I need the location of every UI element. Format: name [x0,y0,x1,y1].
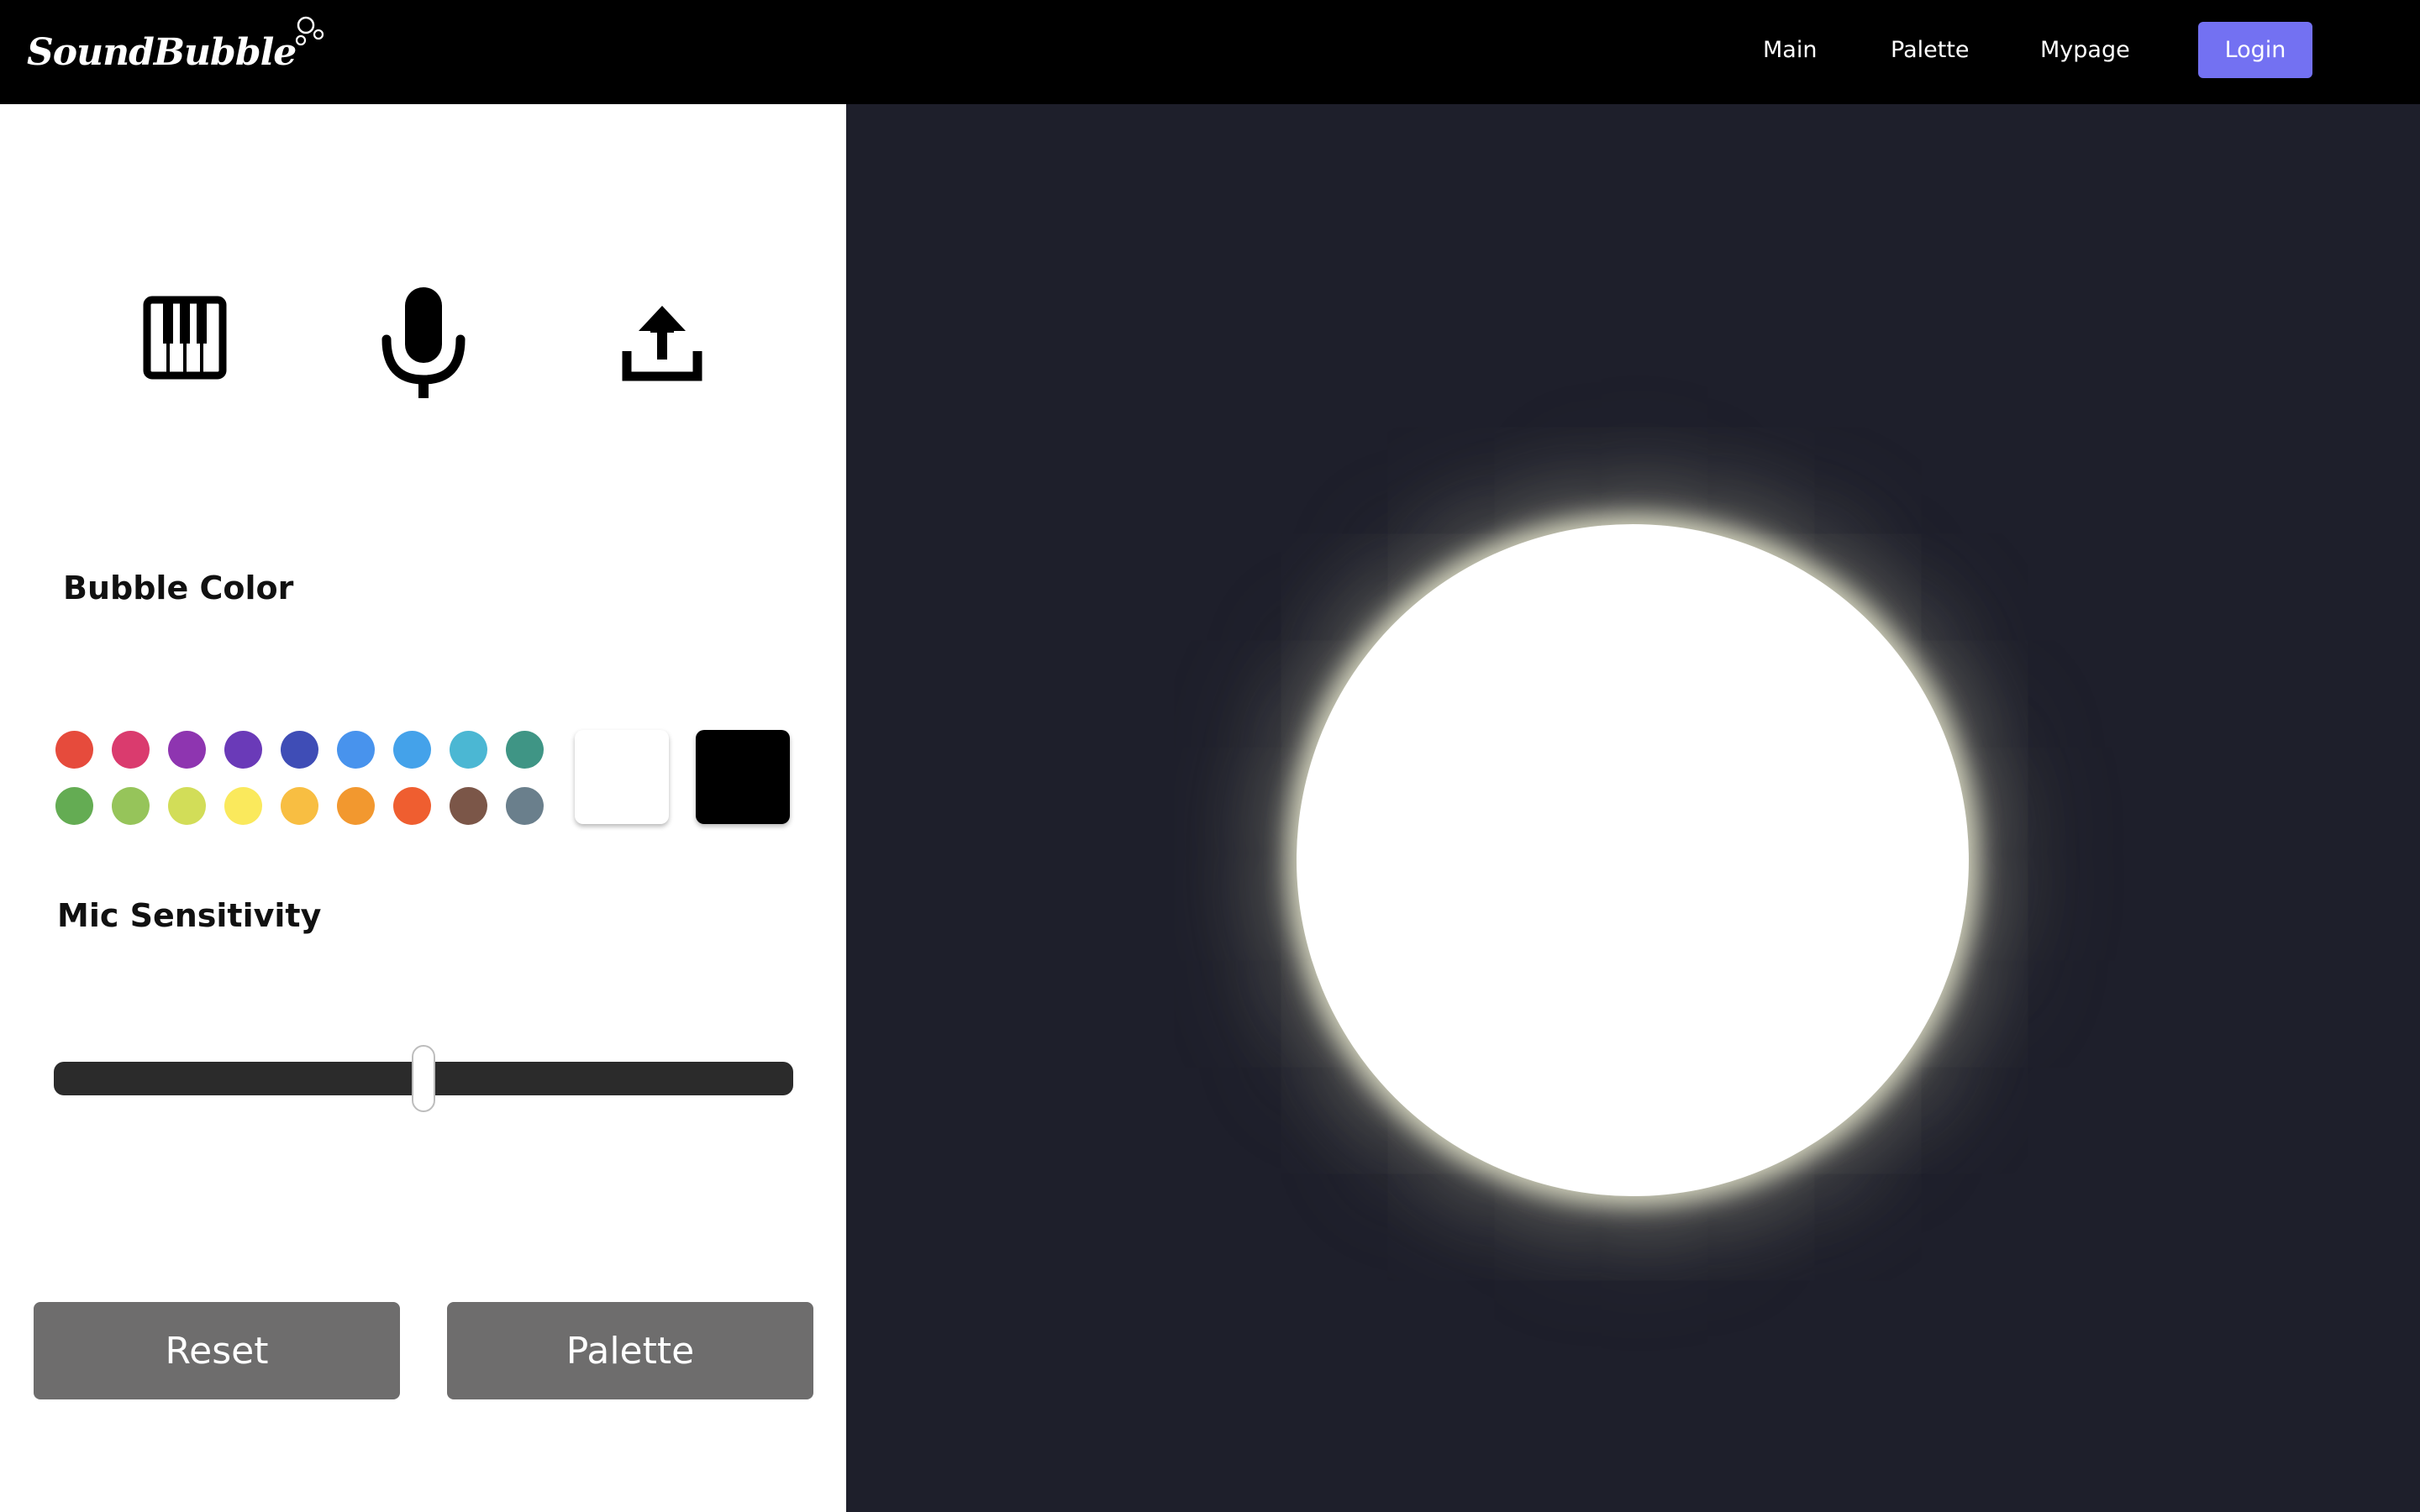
color-swatch[interactable] [55,731,93,769]
slider-thumb[interactable] [412,1045,435,1112]
color-swatch[interactable] [168,731,206,769]
color-swatch[interactable] [393,731,431,769]
color-swatch[interactable] [393,787,431,825]
color-swatch[interactable] [506,787,544,825]
logo-text: SoundBubble [27,30,297,74]
color-swatch[interactable] [168,787,206,825]
color-swatch[interactable] [450,787,487,825]
color-swatch[interactable] [55,787,93,825]
logo-bubbles-icon [296,16,324,46]
palette-button[interactable]: Palette [447,1302,813,1399]
color-swatch[interactable] [337,787,375,825]
microphone-icon[interactable] [375,281,472,398]
color-swatch-grid [55,731,551,830]
sound-bubble [1297,524,1969,1196]
nav-palette-link[interactable]: Palette [1891,32,1970,69]
nav-mypage-link[interactable]: Mypage [2040,32,2130,69]
color-swatch[interactable] [112,731,150,769]
color-swatch[interactable] [506,731,544,769]
black-color-swatch[interactable] [696,730,790,824]
color-swatch[interactable] [224,787,262,825]
color-swatch[interactable] [112,787,150,825]
visualizer-canvas[interactable] [846,104,2420,1512]
logo[interactable]: SoundBubble [27,16,334,87]
piano-icon[interactable] [143,296,227,380]
color-swatch[interactable] [337,731,375,769]
mic-sensitivity-label: Mic Sensitivity [57,897,322,934]
reset-button[interactable]: Reset [34,1302,400,1399]
color-swatch[interactable] [281,787,318,825]
top-nav-bar: SoundBubble Main Palette Mypage Login [0,0,2420,104]
color-swatch[interactable] [224,731,262,769]
bubble-color-label: Bubble Color [63,570,294,606]
color-swatch[interactable] [450,731,487,769]
upload-icon[interactable] [622,299,702,383]
white-color-swatch[interactable] [575,730,669,824]
color-swatch[interactable] [281,731,318,769]
login-button[interactable]: Login [2198,22,2312,78]
nav-main-link[interactable]: Main [1763,32,1817,69]
